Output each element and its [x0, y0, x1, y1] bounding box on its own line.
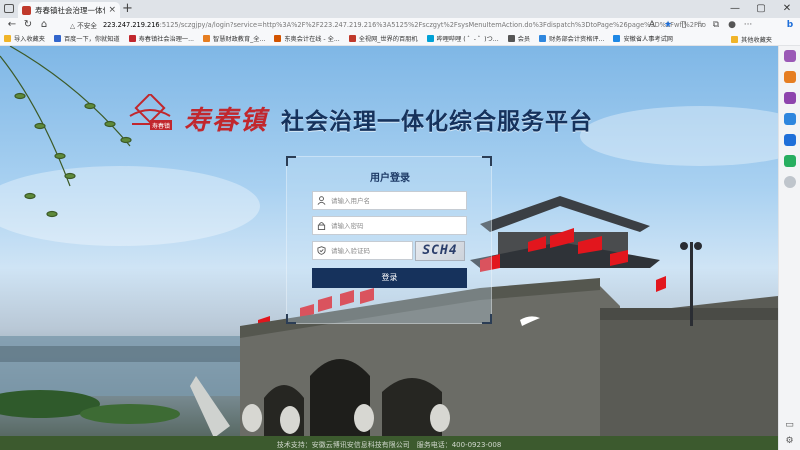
login-title: 用户登录: [370, 173, 410, 184]
bookmark-label: 智慧财政教育_全...: [213, 36, 266, 43]
home-button[interactable]: ⌂: [36, 18, 52, 32]
user-icon: [317, 196, 326, 205]
bookmark-label: 财务部会计资格评...: [549, 36, 605, 43]
folder-icon: [731, 36, 739, 43]
bookmark-label: 哔哩哔哩 ( ゜- ゜)つ...: [436, 36, 499, 43]
sidebar-layout-icon[interactable]: ▭: [785, 420, 794, 430]
collections-icon[interactable]: ⧉: [708, 20, 724, 30]
panel-corner: [482, 314, 492, 324]
profile-avatar[interactable]: ●: [724, 20, 740, 30]
captcha-image[interactable]: SCH4: [415, 241, 465, 261]
logo-text: 寿春镇: [152, 122, 170, 130]
sidebar-settings-icon[interactable]: ⚙: [785, 436, 793, 446]
shield-icon: [317, 246, 326, 255]
bookmark-item[interactable]: 寿春镇社会治理一...: [128, 34, 195, 43]
bing-copilot-icon[interactable]: b: [782, 20, 798, 30]
sidebar-add-icon[interactable]: [783, 176, 796, 188]
close-window-button[interactable]: ✕: [774, 0, 800, 18]
login-button[interactable]: 登录: [312, 268, 467, 288]
panel-corner: [286, 314, 296, 324]
bookmark-favicon-icon: [128, 35, 136, 42]
tab-close-icon[interactable]: ×: [108, 5, 116, 15]
other-bookmarks-folder[interactable]: 其他收藏夹: [731, 35, 772, 44]
split-screen-icon[interactable]: ▯: [676, 20, 692, 30]
browser-toolbar: ← ↻ ⌂ △ 不安全 223.247.219.216 :5125/sczgjp…: [0, 18, 800, 32]
tab-actions-icon[interactable]: [4, 4, 14, 13]
other-bookmarks-label: 其他收藏夹: [741, 37, 772, 44]
browser-sidebar: ▭ ⚙: [778, 46, 800, 450]
refresh-button[interactable]: ↻: [20, 18, 36, 32]
minimize-button[interactable]: —: [722, 0, 748, 18]
captcha-input[interactable]: [331, 246, 412, 255]
panel-corner: [286, 156, 296, 166]
bookmark-favicon-icon: [53, 35, 61, 42]
bookmark-item[interactable]: 会员: [507, 34, 531, 43]
bookmark-favicon-icon: [539, 35, 547, 42]
bookmark-item[interactable]: 哔哩哔哩 ( ゜- ゜)つ...: [426, 34, 499, 43]
bookmark-favicon-icon: [203, 35, 211, 42]
bookmark-favicon-icon: [507, 35, 515, 42]
bookmark-item[interactable]: 全视网_世界的百朋机: [348, 34, 418, 43]
browser-tab-active[interactable]: 寿春镇社会治理一体化综合服务... ×: [18, 2, 120, 18]
password-input[interactable]: [331, 221, 466, 230]
username-input[interactable]: [331, 196, 466, 205]
sidebar-tag-icon[interactable]: [783, 50, 796, 62]
panel-corner: [482, 156, 492, 166]
sidebar-games-icon[interactable]: [783, 92, 796, 104]
captcha-field[interactable]: [312, 241, 413, 260]
password-field[interactable]: [312, 216, 467, 235]
sidebar-outlook-icon[interactable]: [783, 134, 796, 146]
more-menu-button[interactable]: ···: [740, 20, 756, 30]
bookmark-item[interactable]: 百度一下，你就知道: [53, 34, 120, 43]
bookmark-favicon-icon: [4, 35, 11, 42]
security-label: 不安全: [77, 22, 97, 30]
sidebar-tools-icon[interactable]: [783, 71, 796, 83]
browser-tab-bar: 寿春镇社会治理一体化综合服务... × + — ▢ ✕: [0, 0, 800, 18]
brand-name: 寿春镇: [184, 106, 269, 136]
maximize-button[interactable]: ▢: [748, 0, 774, 18]
url-path: :5125/sczgjpy/a/login?service=http%3A%2F…: [159, 21, 706, 29]
login-panel: 用户登录 SCH4 登录: [286, 156, 492, 324]
read-aloud-icon[interactable]: A: [644, 20, 660, 30]
bookmark-label: 全视网_世界的百朋机: [358, 36, 418, 43]
bookmark-label: 安徽省人事考试网: [623, 36, 673, 43]
url-host: 223.247.219.216: [102, 21, 160, 29]
sidebar-office-icon[interactable]: [783, 113, 796, 125]
security-warning[interactable]: △ 不安全: [70, 20, 97, 30]
bookmark-item[interactable]: 财务部会计资格评...: [539, 34, 604, 43]
back-button[interactable]: ←: [4, 18, 20, 32]
new-tab-button[interactable]: +: [122, 2, 133, 16]
logo-icon: 寿春镇: [129, 94, 172, 130]
bookmark-item[interactable]: 智慧财政教育_全...: [203, 34, 265, 43]
username-field[interactable]: [312, 191, 467, 210]
bookmark-label: 导入收藏夹: [14, 36, 45, 43]
bookmarks-bar: 导入收藏夹 百度一下，你就知道 寿春镇社会治理一... 智慧财政教育_全... 东奥会计…: [0, 32, 800, 46]
favorite-star-icon[interactable]: ★: [660, 20, 676, 30]
bookmark-item[interactable]: 导入收藏夹: [4, 34, 45, 43]
lock-icon: [317, 222, 326, 230]
tab-favicon-icon: [22, 5, 31, 15]
favorites-icon[interactable]: ☆: [692, 20, 708, 30]
sidebar-drop-icon[interactable]: [783, 155, 796, 167]
bookmark-label: 寿春镇社会治理一...: [138, 36, 195, 43]
bookmark-favicon-icon: [426, 35, 434, 42]
address-bar[interactable]: △ 不安全 223.247.219.216 :5125/sczgjpy/a/lo…: [70, 19, 706, 31]
tab-title: 寿春镇社会治理一体化综合服务...: [35, 5, 105, 15]
login-page: 寿春镇 寿春镇 社会治理一体化综合服务平台 用户登录 请输入用户名 请输入验证码…: [0, 46, 778, 450]
bookmark-label: 会员: [517, 36, 531, 43]
bookmark-label: 百度一下，你就知道: [63, 36, 120, 43]
bookmark-favicon-icon: [613, 35, 621, 42]
page-title: 社会治理一体化综合服务平台: [281, 109, 593, 135]
bookmark-item[interactable]: 东奥会计在线 - 全...: [274, 34, 340, 43]
bookmark-favicon-icon: [348, 35, 356, 42]
bookmark-item[interactable]: 安徽省人事考试网: [613, 34, 673, 43]
bookmark-favicon-icon: [274, 35, 282, 42]
footer-text: 技术支持：安徽云博讯安信息科技有限公司 服务电话：400-0923-008: [276, 441, 502, 449]
bookmark-label: 东奥会计在线 - 全...: [284, 36, 340, 43]
